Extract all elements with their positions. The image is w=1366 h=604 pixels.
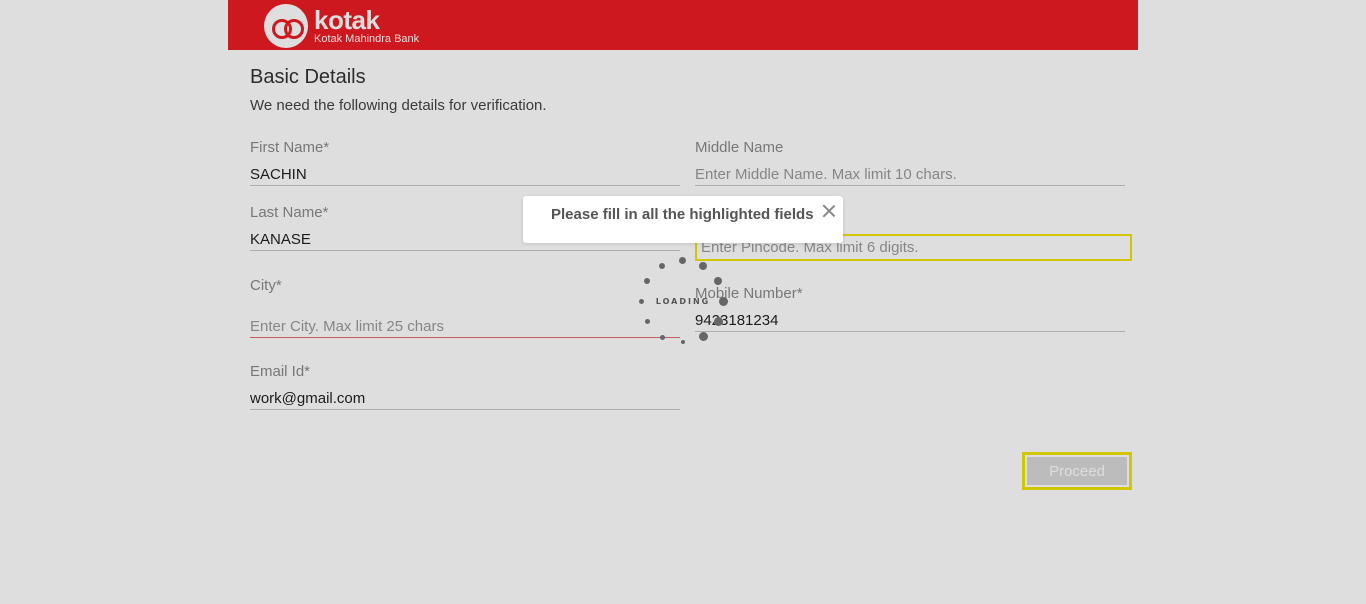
spinner-dot (681, 340, 685, 344)
loading-label: LOADING (655, 297, 711, 306)
spinner-dot (645, 319, 650, 324)
toast-message: Please fill in all the highlighted field… (551, 206, 814, 223)
spinner-dot (660, 335, 665, 340)
close-icon[interactable] (821, 203, 837, 219)
spinner-dot (659, 263, 665, 269)
spinner-dot (714, 277, 722, 285)
spinner-dot (699, 262, 707, 270)
spinner-dot (699, 332, 708, 341)
spinner-dot (644, 278, 650, 284)
spinner-dot (679, 257, 686, 264)
spinner-dot (714, 317, 723, 326)
validation-toast: Please fill in all the highlighted field… (523, 196, 843, 243)
loading-spinner: LOADING (637, 255, 729, 347)
